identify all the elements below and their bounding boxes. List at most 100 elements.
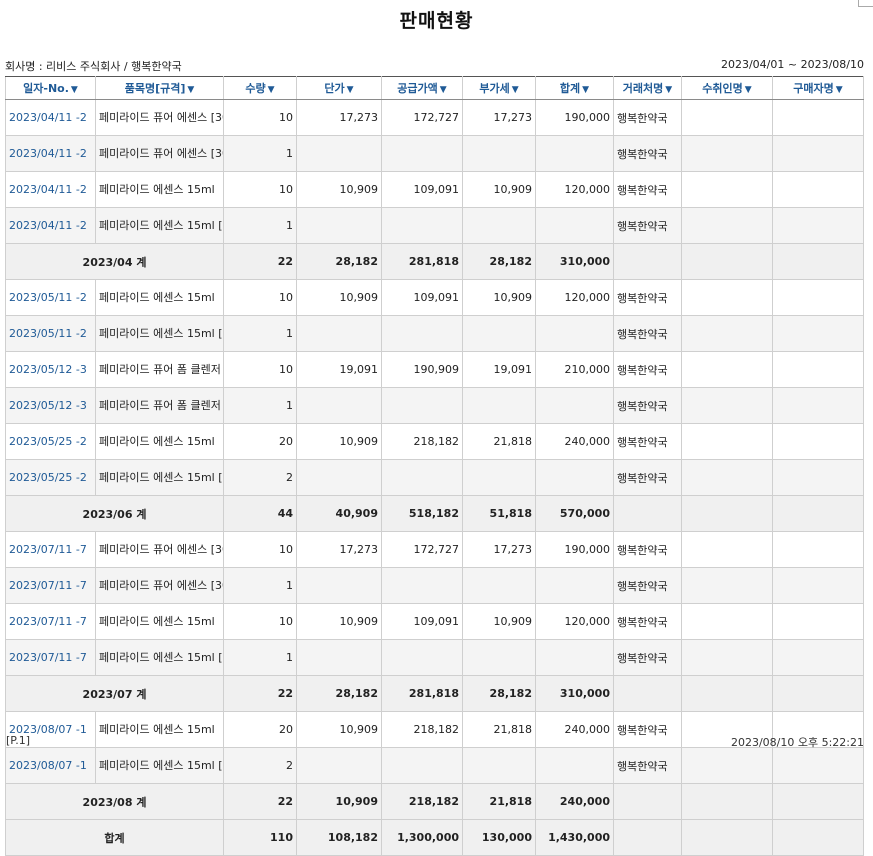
page-title: 판매현황 [399, 10, 474, 32]
row-unit-price [296, 135, 382, 172]
row-unit-price: 19,091 [296, 351, 382, 388]
row-date-no[interactable]: 2023/05/12 -3 [5, 387, 96, 424]
row-quantity: 1 [223, 567, 297, 604]
subtotal-supply-amount: 281,818 [381, 243, 463, 280]
subtotal-quantity: 22 [223, 243, 297, 280]
table-row: 2023/05/11 -2 페미라이드 에센스 15ml 10 10,909 109,0… [5, 279, 864, 316]
subtotal-total: 240,000 [535, 783, 614, 820]
column-header-total[interactable]: 합계 ▼ [535, 76, 614, 100]
print-timestamp: 2023/08/10 오후 5:22:21 [730, 736, 864, 749]
column-header-supply[interactable]: 공급가액 ▼ [381, 76, 463, 100]
row-vendor: 행복한약국 [613, 639, 682, 676]
subtotal-supply-amount: 218,182 [381, 783, 463, 820]
row-date-no[interactable]: 2023/05/11 -2 [5, 279, 96, 316]
row-buyer [772, 135, 864, 172]
row-date-no[interactable]: 2023/05/11 -2 [5, 315, 96, 352]
subtotal-unit-price: 28,182 [296, 243, 382, 280]
row-date-no[interactable]: 2023/04/11 -2 [5, 207, 96, 244]
column-header-item[interactable]: 품목명[규격] ▼ [95, 76, 224, 100]
row-vendor: 행복한약국 [613, 387, 682, 424]
row-vendor: 행복한약국 [613, 459, 682, 496]
row-receiver [681, 99, 773, 136]
dropdown-arrow-icon: ▼ [582, 85, 590, 95]
column-header-price[interactable]: 단가 ▼ [296, 76, 382, 100]
dropdown-arrow-icon: ▼ [346, 85, 354, 95]
subtotal-supply-amount: 281,818 [381, 675, 463, 712]
row-quantity: 1 [223, 135, 297, 172]
row-receiver [681, 387, 773, 424]
row-unit-price: 10,909 [296, 171, 382, 208]
row-vat [462, 639, 536, 676]
row-item-name: 페미라이드 에센스 15ml [95, 603, 224, 640]
row-total [535, 639, 614, 676]
grand-total-label: 합계 [5, 819, 224, 856]
row-quantity: 10 [223, 603, 297, 640]
subtotal-quantity: 44 [223, 495, 297, 532]
row-buyer [772, 99, 864, 136]
subtotal-vat: 28,182 [462, 243, 536, 280]
table-row: 2023/05/11 -2페미라이드 에센스 15ml [샘플]1 행복한약국 [5, 315, 864, 352]
row-total: 120,000 [535, 279, 614, 316]
row-supply-amount [381, 315, 463, 352]
row-vendor: 행복한약국 [613, 279, 682, 316]
row-vendor: 행복한약국 [613, 99, 682, 136]
row-total: 190,000 [535, 531, 614, 568]
row-receiver [681, 531, 773, 568]
column-header-date[interactable]: 일자-No. ▼ [5, 76, 96, 100]
row-vat [462, 135, 536, 172]
row-date-no[interactable]: 2023/04/11 -2 [5, 171, 96, 208]
subtotal-vat: 21,818 [462, 783, 536, 820]
column-header-vendor[interactable]: 거래처명 ▼ [613, 76, 682, 100]
row-date-no[interactable]: 2023/05/25 -2 [5, 459, 96, 496]
subtotal-row: 2023/04 계 22 28,182 281,818 28,182 310,000 [5, 243, 864, 280]
column-header-vat[interactable]: 부가세 ▼ [462, 76, 536, 100]
row-buyer [772, 567, 864, 604]
row-date-no[interactable]: 2023/07/11 -7 [5, 567, 96, 604]
subtotal-total: 310,000 [535, 675, 614, 712]
row-date-no[interactable]: 2023/05/12 -3 [5, 351, 96, 388]
row-buyer [772, 459, 864, 496]
subtotal-quantity: 22 [223, 783, 297, 820]
row-date-no[interactable]: 2023/07/11 -7 [5, 603, 96, 640]
row-date-no[interactable]: 2023/04/11 -2 [5, 99, 96, 136]
row-receiver [681, 135, 773, 172]
grand-total-buyer [772, 819, 864, 856]
row-item-name: 페미라이드 에센스 15ml [95, 171, 224, 208]
row-vendor: 행복한약국 [613, 423, 682, 460]
row-vendor: 행복한약국 [613, 711, 682, 748]
row-date-no[interactable]: 2023/04/11 -2 [5, 135, 96, 172]
row-item-name: 페미라이드 에센스 15ml [95, 711, 224, 748]
row-quantity: 1 [223, 639, 297, 676]
column-header-label: 품목명[규격] [124, 82, 186, 95]
row-date-no[interactable]: 2023/07/11 -7 [5, 639, 96, 676]
column-header-label: 수취인명 [702, 82, 743, 95]
row-buyer [772, 531, 864, 568]
row-receiver [681, 603, 773, 640]
row-quantity: 1 [223, 207, 297, 244]
subtotal-total: 310,000 [535, 243, 614, 280]
row-total: 240,000 [535, 423, 614, 460]
grand-total-receiver [681, 819, 773, 856]
column-header-buyer[interactable]: 구매자명 ▼ [772, 76, 864, 100]
grand-total-vat: 130,000 [462, 819, 536, 856]
column-header-label: 거래처명 [622, 82, 664, 95]
table-row: 2023/04/11 -2페미라이드 퓨어 에센스 [30ml/샘플]1 행복한약… [5, 135, 864, 172]
row-supply-amount: 218,182 [381, 423, 463, 460]
row-quantity: 20 [223, 423, 297, 460]
dropdown-arrow-icon: ▼ [70, 85, 78, 95]
column-header-receiver[interactable]: 수취인명 ▼ [681, 76, 773, 100]
grand-total-quantity: 110 [223, 819, 297, 856]
row-date-no[interactable]: 2023/05/25 -2 [5, 423, 96, 460]
row-supply-amount [381, 207, 463, 244]
row-supply-amount: 109,091 [381, 171, 463, 208]
subtotal-total: 570,000 [535, 495, 614, 532]
row-buyer [772, 171, 864, 208]
row-total: 240,000 [535, 711, 614, 748]
row-vat [462, 315, 536, 352]
subtotal-label: 2023/06 계 [5, 495, 224, 532]
row-date-no[interactable]: 2023/07/11 -7 [5, 531, 96, 568]
column-header-qty[interactable]: 수량 ▼ [223, 76, 297, 100]
row-vat: 17,273 [462, 531, 536, 568]
grand-total-unit-price: 108,182 [296, 819, 382, 856]
row-receiver [681, 639, 773, 676]
